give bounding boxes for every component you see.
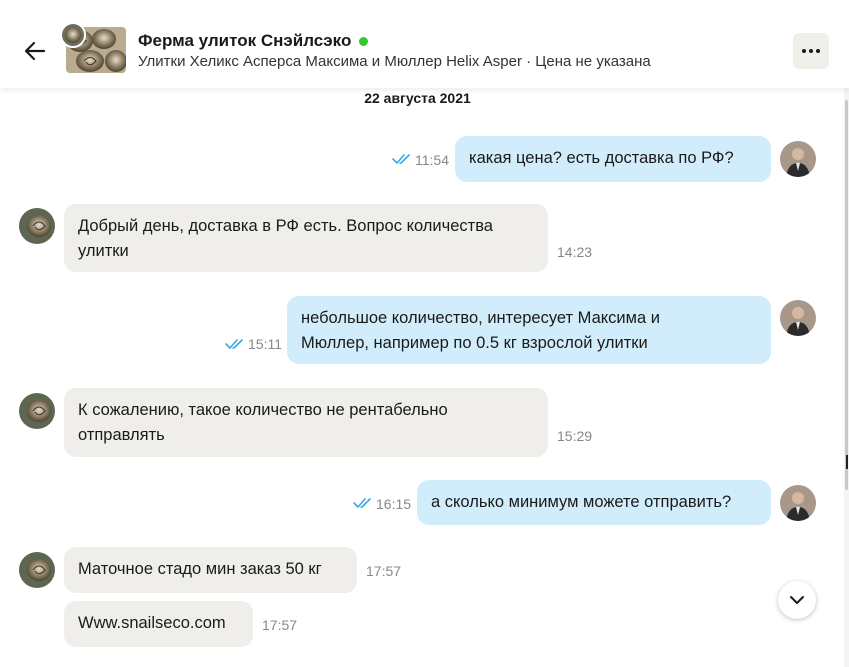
message-text: Маточное стадо мин заказ 50 кг — [78, 560, 322, 578]
seller-avatar[interactable] — [60, 22, 86, 48]
snail-avatar-icon — [62, 24, 84, 46]
message-text-line: Мюллер, например по 0.5 кг взрослой улит… — [301, 334, 648, 352]
chat-title[interactable]: Ферма улиток Снэйлсэко — [138, 31, 351, 51]
chat-title-row: Ферма улиток Снэйлсэко — [138, 31, 369, 51]
message-link[interactable]: Www.snailseco.com — [78, 611, 239, 636]
user-avatar[interactable] — [780, 485, 816, 521]
listing-subtitle[interactable]: Улитки Хеликс Асперса Максима и Мюллер H… — [138, 53, 651, 70]
chevron-down-icon — [790, 596, 804, 604]
message-time: 15:11 — [248, 336, 282, 352]
online-status-dot — [359, 36, 369, 46]
text-cursor — [846, 455, 848, 469]
date-separator: 22 августа 2021 — [364, 90, 471, 106]
message-time: 14:23 — [557, 244, 593, 260]
person-avatar-icon — [780, 300, 816, 336]
double-check-icon — [392, 154, 410, 164]
seller-avatar[interactable] — [19, 208, 55, 244]
user-avatar[interactable] — [780, 141, 816, 177]
message-time: 16:15 — [376, 496, 412, 512]
message-bubble-outgoing[interactable]: небольшое количество, интересует Максима… — [287, 296, 771, 364]
message-text: а сколько минимум можете отправить? — [431, 493, 732, 511]
message-time: 11:54 — [415, 152, 449, 168]
message-time: 17:57 — [262, 617, 298, 633]
scroll-to-bottom-button[interactable] — [778, 581, 816, 619]
snail-avatar-icon — [19, 552, 55, 588]
back-button[interactable] — [20, 36, 50, 66]
snail-avatar-icon — [19, 393, 55, 429]
message-bubble-incoming[interactable]: Www.snailseco.com — [64, 601, 253, 647]
seller-avatar[interactable] — [19, 552, 55, 588]
message-time: 17:57 — [366, 563, 402, 579]
message-bubble-outgoing[interactable]: а сколько минимум можете отправить? — [417, 480, 771, 525]
message-bubble-outgoing[interactable]: какая цена? есть доставка по РФ? — [455, 136, 771, 182]
message-text-line: отправлять — [78, 426, 165, 444]
scrollbar-thumb[interactable] — [845, 100, 848, 490]
chat-header: Ферма улиток Снэйлсэко Улитки Хеликс Асп… — [0, 0, 849, 88]
user-avatar[interactable] — [780, 300, 816, 336]
message-text-line: небольшое количество, интересует Максима… — [301, 309, 660, 327]
message-time: 15:29 — [557, 428, 593, 444]
message-bubble-incoming[interactable]: Маточное стадо мин заказ 50 кг — [64, 547, 357, 593]
more-horizontal-icon — [802, 49, 820, 53]
person-avatar-icon — [780, 141, 816, 177]
arrow-left-icon — [24, 41, 46, 61]
person-avatar-icon — [780, 485, 816, 521]
message-bubble-incoming[interactable]: К сожалению, такое количество не рентабе… — [64, 388, 548, 457]
seller-avatar[interactable] — [19, 393, 55, 429]
double-check-icon — [225, 339, 243, 349]
message-text-line: Добрый день, доставка в РФ есть. Вопрос … — [78, 217, 493, 235]
message-text-line: улитки — [78, 242, 129, 260]
message-text-line: К сожалению, такое количество не рентабе… — [78, 401, 448, 419]
message-bubble-incoming[interactable]: Добрый день, доставка в РФ есть. Вопрос … — [64, 204, 548, 272]
snail-avatar-icon — [19, 208, 55, 244]
more-options-button[interactable] — [793, 33, 829, 69]
double-check-icon — [353, 498, 371, 508]
message-text: какая цена? есть доставка по РФ? — [469, 149, 734, 167]
